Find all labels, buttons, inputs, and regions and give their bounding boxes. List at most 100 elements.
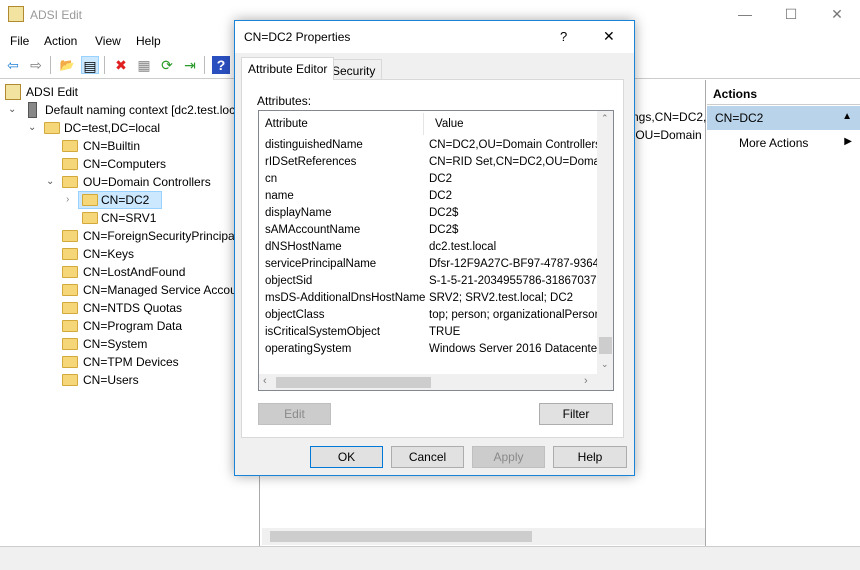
- tree-item[interactable]: CN=Program Data: [62, 317, 182, 335]
- server-icon: [28, 102, 37, 118]
- attribute-row[interactable]: operatingSystem Windows Server 2016 Datac…: [265, 341, 599, 358]
- attribute-row[interactable]: objectSid S-1-5-21-2034955786-3186703737: [265, 273, 599, 290]
- menu-action[interactable]: Action: [44, 34, 77, 48]
- delete-icon[interactable]: ✖: [112, 56, 130, 74]
- tree-root[interactable]: ADSI Edit: [5, 83, 78, 101]
- back-icon[interactable]: ⇦: [4, 56, 22, 74]
- scrollbar-thumb[interactable]: [599, 337, 612, 354]
- folder-icon: [62, 158, 78, 170]
- attribute-value: CN=DC2,OU=Domain Controllers,DC=test,DC=…: [429, 139, 599, 151]
- attribute-name: cn: [265, 173, 278, 185]
- tree-item[interactable]: CN=Computers: [62, 155, 166, 173]
- tree-item[interactable]: CN=ForeignSecurityPrincipals: [62, 227, 243, 245]
- tree-item[interactable]: CN=System: [62, 335, 147, 353]
- filter-button[interactable]: Filter: [539, 403, 613, 425]
- menu-help[interactable]: Help: [136, 34, 161, 48]
- ok-button[interactable]: OK: [310, 446, 383, 468]
- close-button[interactable]: ✕: [827, 6, 847, 23]
- adsi-edit-icon: [8, 6, 24, 22]
- attribute-row[interactable]: displayName DC2$: [265, 205, 458, 222]
- attribute-name: servicePrincipalName: [265, 258, 377, 270]
- actions-section-cn-dc2[interactable]: CN=DC2 ▲: [707, 106, 860, 130]
- dialog-help-button[interactable]: ?: [560, 29, 567, 44]
- menu-view[interactable]: View: [95, 34, 121, 48]
- folder-icon: [62, 266, 78, 278]
- chevron-down-icon[interactable]: ⌄: [46, 173, 54, 191]
- attribute-value: DC2$: [429, 224, 459, 236]
- collapse-icon[interactable]: ▲: [842, 111, 852, 122]
- folder-icon: [62, 356, 78, 368]
- window-title: ADSI Edit: [30, 8, 83, 22]
- attribute-value: top; person; organizationalPerson; user: [429, 309, 599, 321]
- attribute-editor-panel: Attributes: Attribute Value distinguishe…: [241, 79, 624, 438]
- tree-item-domain[interactable]: ⌄ DC=test,DC=local: [28, 119, 160, 137]
- folder-icon: [62, 284, 78, 296]
- chevron-down-icon[interactable]: ⌄: [28, 119, 36, 137]
- attribute-row[interactable]: msDS-AdditionalDnsHostName SRV2; SRV2.tes…: [265, 290, 573, 307]
- edit-button[interactable]: Edit: [258, 403, 331, 425]
- properties-icon[interactable]: ▦: [135, 56, 153, 74]
- attribute-value: dc2.test.local: [429, 241, 497, 253]
- folder-icon: [62, 248, 78, 260]
- attribute-row[interactable]: cn DC2: [265, 171, 452, 188]
- help-icon[interactable]: ?: [212, 56, 230, 74]
- folder-icon: [82, 194, 98, 206]
- folder-icon: [62, 176, 78, 188]
- horizontal-scrollbar[interactable]: [262, 528, 705, 545]
- vertical-scrollbar[interactable]: ⌃ ⌄: [597, 111, 613, 374]
- horizontal-scrollbar[interactable]: ‹ ›: [259, 374, 613, 390]
- minimize-button[interactable]: —: [735, 6, 755, 22]
- tree-item-default-naming-context[interactable]: ⌄ Default naming context [dc2.test.local…: [8, 101, 248, 119]
- scrollbar-thumb[interactable]: [276, 377, 431, 388]
- scrollbar-thumb[interactable]: [270, 531, 532, 542]
- attribute-name: objectSid: [265, 275, 313, 287]
- attribute-row[interactable]: servicePrincipalName Dfsr-12F9A27C-BF97-4…: [265, 256, 599, 273]
- forward-icon[interactable]: ⇨: [27, 56, 45, 74]
- tree-item[interactable]: CN=Managed Service Accounts: [62, 281, 253, 299]
- more-actions[interactable]: More Actions ▶: [707, 132, 860, 154]
- dialog-close-button[interactable]: ✕: [603, 28, 615, 45]
- chevron-right-icon[interactable]: ›: [66, 191, 69, 209]
- help-button[interactable]: Help: [553, 446, 627, 468]
- dialog-title: CN=DC2 Properties: [244, 30, 351, 44]
- attribute-name: isCriticalSystemObject: [265, 326, 381, 338]
- chevron-down-icon[interactable]: ⌄: [8, 101, 16, 119]
- tree-item[interactable]: CN=TPM Devices: [62, 353, 179, 371]
- tree-item[interactable]: CN=Builtin: [62, 137, 140, 155]
- folder-icon: [44, 122, 60, 134]
- attribute-row[interactable]: objectClass top; person; organizationalPe…: [265, 307, 599, 324]
- tree-item[interactable]: CN=NTDS Quotas: [62, 299, 182, 317]
- status-bar: [0, 546, 860, 570]
- attribute-row[interactable]: rIDSetReferences CN=RID Set,CN=DC2,OU=Dom…: [265, 154, 599, 171]
- apply-button[interactable]: Apply: [472, 446, 545, 468]
- up-folder-icon[interactable]: 📂: [58, 56, 76, 74]
- menu-file[interactable]: File: [10, 34, 29, 48]
- maximize-button[interactable]: ☐: [781, 6, 801, 23]
- attribute-name: msDS-AdditionalDnsHostName: [265, 292, 426, 304]
- tree-item[interactable]: CN=Users: [62, 371, 139, 389]
- column-header-value[interactable]: Value: [435, 116, 605, 133]
- tree-item[interactable]: CN=Keys: [62, 245, 134, 263]
- show-console-tree-icon[interactable]: ▤: [81, 56, 99, 74]
- folder-icon: [62, 230, 78, 242]
- attribute-row[interactable]: dNSHostName dc2.test.local: [265, 239, 496, 256]
- tree-item[interactable]: ⌄ OU=Domain Controllers: [46, 173, 211, 191]
- export-list-icon[interactable]: ⇥: [181, 56, 199, 74]
- tree-item[interactable]: CN=LostAndFound: [62, 263, 185, 281]
- attribute-row[interactable]: isCriticalSystemObject TRUE: [265, 324, 460, 341]
- attribute-row[interactable]: distinguishedName CN=DC2,OU=Domain Contro…: [265, 137, 599, 154]
- attributes-list[interactable]: Attribute Value distinguishedName CN=DC2,…: [258, 110, 614, 391]
- cancel-button[interactable]: Cancel: [391, 446, 464, 468]
- console-tree: ADSI Edit ⌄ Default naming context [dc2.…: [0, 80, 260, 546]
- column-header-attribute[interactable]: Attribute: [265, 118, 308, 130]
- attribute-value: SRV2; SRV2.test.local; DC2: [429, 292, 574, 304]
- folder-icon: [62, 302, 78, 314]
- attribute-row[interactable]: name DC2: [265, 188, 452, 205]
- folder-icon: [62, 374, 78, 386]
- tree-item-dc2[interactable]: › CN=DC2: [66, 191, 259, 209]
- attribute-value: DC2: [429, 190, 453, 202]
- attribute-row[interactable]: sAMAccountName DC2$: [265, 222, 458, 239]
- tab-attribute-editor[interactable]: Attribute Editor: [241, 57, 335, 80]
- tree-item[interactable]: CN=SRV1: [82, 209, 156, 227]
- refresh-icon[interactable]: ⟳: [158, 56, 176, 74]
